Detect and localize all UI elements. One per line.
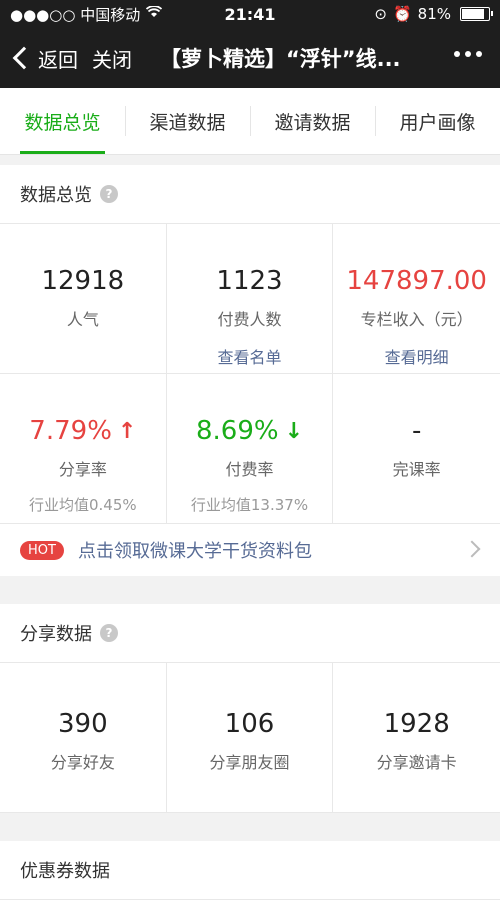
arrow-down-icon: ↓ (284, 418, 304, 444)
promo-banner[interactable]: HOT 点击领取微课大学干货资料包 (0, 524, 500, 576)
promo-link[interactable]: 点击领取微课大学干货资料包 (78, 537, 312, 563)
alarm-icon: ⏰ (392, 5, 412, 23)
section-title: 优惠券数据 (20, 861, 110, 882)
industry-average: 行业均值13.37% (190, 496, 309, 514)
stat-share-friends: 390 分享好友 (0, 663, 167, 813)
stat-share-invite-card: 1928 分享邀请卡 (333, 663, 500, 813)
stat-label: 专栏收入（元） (360, 310, 473, 329)
stat-pay-rate: 8.69% ↓ 付费率 行业均值13.37% (166, 374, 334, 524)
stat-label: 分享率 (58, 460, 107, 479)
share-grid: 390 分享好友 106 分享朋友圈 1928 分享邀请卡 (0, 663, 500, 813)
battery-icon (460, 7, 493, 21)
stat-paid-users: 1123 付费人数 查看名单 (166, 224, 334, 374)
stat-value: 106 (224, 709, 275, 739)
stat-label: 完课率 (392, 460, 441, 479)
hot-badge: HOT (20, 540, 64, 560)
stat-value-row: 8.69% ↓ (196, 416, 303, 446)
tab-channel-data[interactable]: 渠道数据 (125, 88, 250, 154)
stat-value: 12918 (41, 266, 125, 296)
overview-section: 数据总览 ? 12918 人气 1123 付费人数 查看名单 147897.00… (0, 165, 500, 576)
help-icon[interactable]: ? (100, 185, 118, 203)
view-details-link[interactable]: 查看明细 (385, 344, 449, 368)
stat-value: 7.79% (29, 416, 112, 446)
section-title: 分享数据 (20, 624, 92, 645)
stat-value: 1123 (216, 266, 283, 296)
chevron-left-icon (12, 46, 36, 70)
battery-percent: 81% (417, 5, 451, 23)
stat-income: 147897.00 专栏收入（元） 查看明细 (333, 224, 500, 374)
nav-bar: 返回 关闭 【萝卜精选】“浮针”线... (0, 28, 500, 88)
tab-user-profile[interactable]: 用户画像 (375, 88, 500, 154)
back-label: 返回 (38, 47, 78, 72)
top-bar: ●●●○○ 中国移动 ⊙ ⏰ 81% 21:41 返回 关闭 【萝卜精选】“浮针… (0, 0, 500, 88)
arrow-up-icon: ↑ (117, 418, 137, 444)
stat-label: 付费率 (225, 460, 274, 479)
stat-popularity: 12918 人气 (0, 224, 167, 374)
tab-bar: 数据总览 渠道数据 邀请数据 用户画像 (0, 88, 500, 155)
more-dot-icon (476, 51, 482, 57)
view-list-link[interactable]: 查看名单 (217, 344, 281, 368)
industry-average: 行业均值0.45% (29, 496, 137, 514)
section-title: 数据总览 (20, 185, 92, 206)
help-icon[interactable]: ? (100, 624, 118, 642)
stat-value: 390 (58, 709, 108, 739)
back-button[interactable]: 返回 (10, 44, 78, 73)
section-header: 分享数据 ? (0, 604, 500, 663)
tab-invite-data[interactable]: 邀请数据 (250, 88, 375, 154)
more-dot-icon (465, 51, 471, 57)
more-options-button[interactable] (454, 51, 482, 57)
stat-value: 147897.00 (346, 266, 487, 296)
stat-label: 人气 (66, 310, 99, 329)
more-dot-icon (454, 51, 460, 57)
stat-value-row: 7.79% ↑ (29, 416, 136, 446)
overview-grid: 12918 人气 1123 付费人数 查看名单 147897.00 专栏收入（元… (0, 224, 500, 524)
carrier-label: ●●●○○ 中国移动 (10, 5, 141, 24)
stat-share-rate: 7.79% ↑ 分享率 行业均值0.45% (0, 374, 167, 524)
stat-value: 1928 (383, 709, 450, 739)
stat-label: 分享邀请卡 (376, 753, 457, 772)
stat-value: 8.69% (195, 416, 279, 446)
section-header: 优惠券数据 (0, 841, 500, 900)
tab-overview[interactable]: 数据总览 (0, 88, 125, 154)
status-bar: ●●●○○ 中国移动 ⊙ ⏰ 81% (0, 0, 500, 28)
rotation-lock-icon: ⊙ (374, 5, 387, 23)
chevron-right-icon (463, 540, 481, 558)
page-title: 【萝卜精选】“浮针”线... (160, 47, 401, 71)
stat-label: 付费人数 (217, 310, 282, 329)
stat-label: 分享好友 (50, 753, 115, 772)
section-header: 数据总览 ? (0, 165, 500, 224)
share-section: 分享数据 ? 390 分享好友 106 分享朋友圈 1928 分享邀请卡 (0, 604, 500, 813)
wifi-icon (146, 5, 163, 22)
coupon-section: 优惠券数据 (0, 841, 500, 900)
stat-share-moments: 106 分享朋友圈 (166, 663, 334, 813)
stat-value: - (411, 416, 422, 446)
stat-completion: - 完课率 (333, 374, 500, 524)
stat-label: 分享朋友圈 (209, 753, 290, 772)
close-button[interactable]: 关闭 (92, 44, 132, 73)
